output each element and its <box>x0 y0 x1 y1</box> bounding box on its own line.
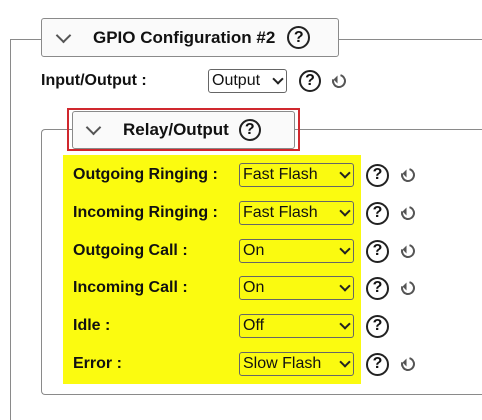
help-icon[interactable]: ? <box>366 276 389 300</box>
idle-value: Off <box>243 317 265 334</box>
error-label: Error : <box>73 355 122 372</box>
outgoing-ringing-label: Outgoing Ringing : <box>73 166 218 183</box>
input-output-value: Output <box>212 72 261 89</box>
reset-icon[interactable] <box>398 354 418 374</box>
chevron-down-icon[interactable] <box>55 27 72 43</box>
gpio-section-title: GPIO Configuration #2 <box>93 27 276 47</box>
incoming-call-value: On <box>243 279 265 296</box>
outgoing-ringing-select[interactable]: Fast Flash <box>239 163 354 187</box>
help-icon[interactable]: ? <box>287 26 311 49</box>
error-value: Slow Flash <box>243 355 322 372</box>
incoming-ringing-value: Fast Flash <box>243 204 318 221</box>
gpio-section-header[interactable]: GPIO Configuration #2 ? <box>41 18 339 57</box>
help-icon[interactable]: ? <box>299 70 321 92</box>
incoming-call-row: Incoming Call : On ? <box>73 275 418 301</box>
outgoing-ringing-value: Fast Flash <box>243 166 318 183</box>
input-output-label: Input/Output : <box>41 72 147 89</box>
reset-icon[interactable] <box>398 241 418 261</box>
help-icon[interactable]: ? <box>366 163 389 187</box>
help-icon[interactable]: ? <box>366 201 389 225</box>
input-output-select[interactable]: Output <box>208 69 287 93</box>
outgoing-ringing-row: Outgoing Ringing : Fast Flash ? <box>73 162 418 188</box>
reset-icon[interactable] <box>398 278 418 298</box>
outgoing-call-select[interactable]: On <box>239 239 354 263</box>
reset-icon[interactable] <box>398 165 418 185</box>
incoming-call-select[interactable]: On <box>239 276 354 300</box>
idle-label: Idle : <box>73 317 111 334</box>
chevron-down-icon <box>339 318 351 330</box>
input-output-row: Input/Output : Output ? <box>41 68 349 94</box>
incoming-call-label: Incoming Call : <box>73 279 188 296</box>
chevron-down-icon <box>339 167 351 179</box>
help-icon[interactable]: ? <box>366 314 389 338</box>
incoming-ringing-row: Incoming Ringing : Fast Flash ? <box>73 200 418 226</box>
idle-select[interactable]: Off <box>239 314 354 338</box>
chevron-down-icon <box>339 356 351 368</box>
reset-icon[interactable] <box>329 71 349 91</box>
chevron-down-icon <box>339 280 351 292</box>
error-select[interactable]: Slow Flash <box>239 352 354 376</box>
reset-icon[interactable] <box>398 203 418 223</box>
highlight-annotation-box <box>67 108 300 151</box>
outgoing-call-value: On <box>243 242 265 259</box>
incoming-ringing-select[interactable]: Fast Flash <box>239 201 354 225</box>
chevron-down-icon <box>339 243 351 255</box>
help-icon[interactable]: ? <box>366 239 389 263</box>
error-row: Error : Slow Flash ? <box>73 351 418 377</box>
chevron-down-icon <box>272 73 284 85</box>
outgoing-call-row: Outgoing Call : On ? <box>73 238 418 264</box>
help-icon[interactable]: ? <box>366 352 389 376</box>
incoming-ringing-label: Incoming Ringing : <box>73 204 218 221</box>
idle-row: Idle : Off ? <box>73 313 389 339</box>
outgoing-call-label: Outgoing Call : <box>73 242 188 259</box>
chevron-down-icon <box>339 205 351 217</box>
highlight-background <box>63 155 361 384</box>
